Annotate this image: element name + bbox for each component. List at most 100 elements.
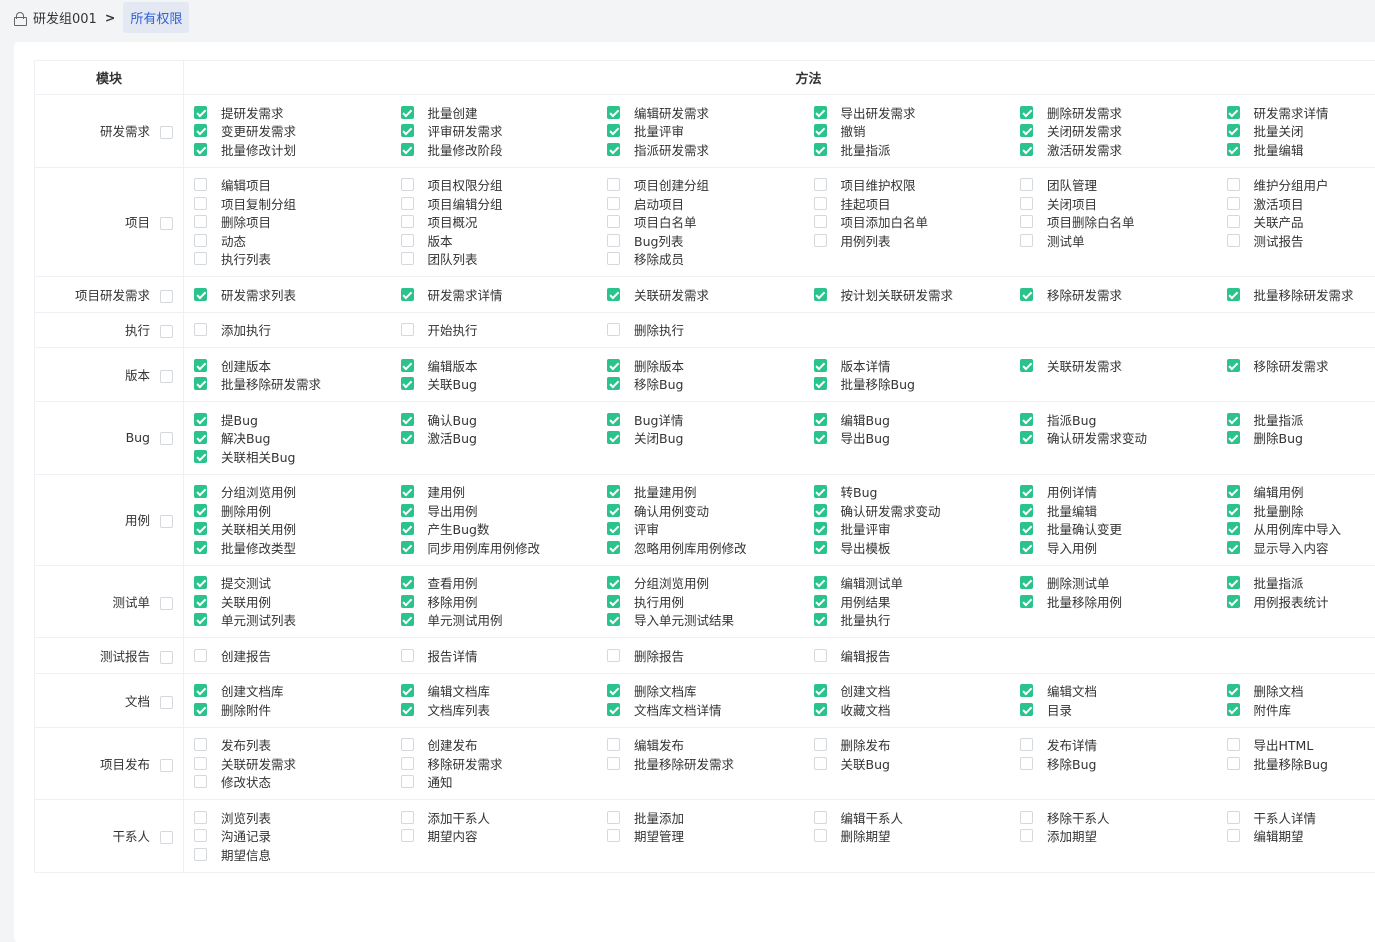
permission-checkbox[interactable] xyxy=(401,413,414,426)
permission-item[interactable]: 移除Bug xyxy=(1020,754,1227,773)
permission-item[interactable]: 指派研发需求 xyxy=(607,140,814,159)
permission-checkbox[interactable] xyxy=(1020,829,1033,842)
permission-item[interactable]: 维护分组用户 xyxy=(1227,176,1375,195)
permission-checkbox[interactable] xyxy=(814,703,827,716)
module-select-all-checkbox[interactable] xyxy=(160,651,173,664)
permission-checkbox[interactable] xyxy=(607,234,620,247)
permission-item[interactable]: 同步用例库用例修改 xyxy=(401,538,608,557)
permission-checkbox[interactable] xyxy=(194,757,207,770)
permission-item[interactable]: 批量移除研发需求 xyxy=(607,754,814,773)
permission-checkbox[interactable] xyxy=(607,178,620,191)
permission-checkbox[interactable] xyxy=(401,504,414,517)
permission-item[interactable]: 编辑期望 xyxy=(1227,827,1375,846)
permission-checkbox[interactable] xyxy=(194,106,207,119)
permission-checkbox[interactable] xyxy=(194,541,207,554)
permission-item[interactable]: 执行用例 xyxy=(607,592,814,611)
permission-item[interactable]: 删除用例 xyxy=(194,501,401,520)
permission-checkbox[interactable] xyxy=(814,504,827,517)
permission-item[interactable]: 批量添加 xyxy=(607,808,814,827)
permission-item[interactable]: 删除文档 xyxy=(1227,682,1375,701)
permission-checkbox[interactable] xyxy=(1020,703,1033,716)
permission-checkbox[interactable] xyxy=(1020,143,1033,156)
permission-checkbox[interactable] xyxy=(194,649,207,662)
permission-checkbox[interactable] xyxy=(814,143,827,156)
permission-item[interactable]: 删除期望 xyxy=(814,827,1021,846)
permission-checkbox[interactable] xyxy=(1020,504,1033,517)
permission-checkbox[interactable] xyxy=(1227,197,1240,210)
permission-item[interactable]: 收藏文档 xyxy=(814,700,1021,719)
permission-item[interactable]: 期望内容 xyxy=(401,827,608,846)
permission-item[interactable]: 导出研发需求 xyxy=(814,103,1021,122)
permission-checkbox[interactable] xyxy=(1227,541,1240,554)
permission-item[interactable]: 修改状态 xyxy=(194,773,401,792)
permission-checkbox[interactable] xyxy=(814,288,827,301)
permission-checkbox[interactable] xyxy=(401,649,414,662)
breadcrumb-group[interactable]: 研发组001 xyxy=(33,8,97,27)
permission-checkbox[interactable] xyxy=(401,522,414,535)
permission-item[interactable]: 单元测试列表 xyxy=(194,611,401,630)
permission-checkbox[interactable] xyxy=(1020,234,1033,247)
permission-checkbox[interactable] xyxy=(194,811,207,824)
permission-item[interactable]: 关联研发需求 xyxy=(607,285,814,304)
permission-checkbox[interactable] xyxy=(607,124,620,137)
permission-checkbox[interactable] xyxy=(1227,576,1240,589)
permission-checkbox[interactable] xyxy=(194,595,207,608)
permission-item[interactable]: 项目权限分组 xyxy=(401,176,608,195)
permission-checkbox[interactable] xyxy=(1227,288,1240,301)
permission-checkbox[interactable] xyxy=(607,431,620,444)
permission-checkbox[interactable] xyxy=(814,359,827,372)
permission-item[interactable]: 项目添加白名单 xyxy=(814,213,1021,232)
permission-item[interactable]: 移除成员 xyxy=(607,250,814,269)
permission-checkbox[interactable] xyxy=(194,377,207,390)
permission-item[interactable]: 批量建用例 xyxy=(607,483,814,502)
permission-item[interactable]: 研发需求列表 xyxy=(194,285,401,304)
permission-item[interactable]: 创建文档 xyxy=(814,682,1021,701)
permission-checkbox[interactable] xyxy=(194,234,207,247)
permission-checkbox[interactable] xyxy=(1020,757,1033,770)
permission-checkbox[interactable] xyxy=(814,234,827,247)
permission-checkbox[interactable] xyxy=(814,684,827,697)
module-select-all-checkbox[interactable] xyxy=(160,290,173,303)
permission-checkbox[interactable] xyxy=(194,504,207,517)
permission-item[interactable]: 导出Bug xyxy=(814,429,1021,448)
permission-item[interactable]: 项目创建分组 xyxy=(607,176,814,195)
permission-item[interactable]: 团队管理 xyxy=(1020,176,1227,195)
permission-checkbox[interactable] xyxy=(194,252,207,265)
permission-checkbox[interactable] xyxy=(194,215,207,228)
permission-item[interactable]: 导出HTML xyxy=(1227,736,1375,755)
permission-item[interactable]: 评审研发需求 xyxy=(401,122,608,141)
permission-item[interactable]: 激活项目 xyxy=(1227,194,1375,213)
permission-checkbox[interactable] xyxy=(607,106,620,119)
permission-item[interactable]: 删除附件 xyxy=(194,700,401,719)
permission-checkbox[interactable] xyxy=(1227,504,1240,517)
permission-item[interactable]: 提Bug xyxy=(194,410,401,429)
permission-checkbox[interactable] xyxy=(607,323,620,336)
permission-checkbox[interactable] xyxy=(1020,178,1033,191)
permission-checkbox[interactable] xyxy=(1227,522,1240,535)
permission-checkbox[interactable] xyxy=(1227,738,1240,751)
permission-checkbox[interactable] xyxy=(401,252,414,265)
permission-item[interactable]: 编辑文档库 xyxy=(401,682,608,701)
permission-item[interactable]: 按计划关联研发需求 xyxy=(814,285,1021,304)
permission-checkbox[interactable] xyxy=(194,323,207,336)
permission-checkbox[interactable] xyxy=(814,522,827,535)
permission-item[interactable]: 确认Bug xyxy=(401,410,608,429)
permission-checkbox[interactable] xyxy=(607,359,620,372)
permission-item[interactable]: 分组浏览用例 xyxy=(607,574,814,593)
permission-item[interactable]: 关联研发需求 xyxy=(194,754,401,773)
permission-item[interactable]: 提研发需求 xyxy=(194,103,401,122)
permission-checkbox[interactable] xyxy=(814,811,827,824)
permission-checkbox[interactable] xyxy=(1227,431,1240,444)
permission-item[interactable]: 移除干系人 xyxy=(1020,808,1227,827)
permission-item[interactable]: 评审 xyxy=(607,520,814,539)
permission-item[interactable]: 干系人详情 xyxy=(1227,808,1375,827)
permission-item[interactable]: 批量指派 xyxy=(1227,574,1375,593)
permission-item[interactable]: 发布列表 xyxy=(194,736,401,755)
permission-checkbox[interactable] xyxy=(814,576,827,589)
permission-checkbox[interactable] xyxy=(401,829,414,842)
permission-item[interactable]: 开始执行 xyxy=(401,321,608,340)
permission-checkbox[interactable] xyxy=(607,576,620,589)
permission-checkbox[interactable] xyxy=(814,215,827,228)
permission-item[interactable]: 单元测试用例 xyxy=(401,611,608,630)
permission-checkbox[interactable] xyxy=(1020,215,1033,228)
